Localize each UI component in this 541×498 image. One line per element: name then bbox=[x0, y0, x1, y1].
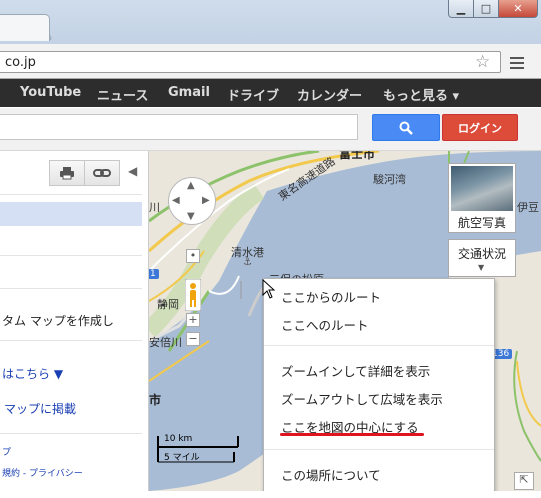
divider bbox=[0, 288, 142, 289]
close-button[interactable]: ✕ bbox=[498, 0, 538, 18]
map-label-fuji: 富士市 bbox=[339, 151, 376, 161]
pan-down-icon[interactable]: ▼ bbox=[187, 211, 195, 222]
traffic-label: 交通状況 bbox=[457, 247, 506, 261]
traffic-button[interactable]: 交通状況 ▼ bbox=[448, 239, 516, 277]
route-1-shield: 1 bbox=[149, 269, 159, 279]
here-link[interactable]: はこちら ▼ bbox=[2, 365, 63, 382]
address-url: co.jp bbox=[5, 55, 36, 70]
bookmark-star-icon[interactable]: ☆ bbox=[475, 52, 490, 72]
expand-map-icon[interactable]: ⇱ bbox=[514, 472, 534, 490]
context-menu: ここからのルート ここへのルート ズームインして詳細を表示 ズームアウトして広域… bbox=[263, 278, 495, 494]
highlight-underline bbox=[280, 433, 424, 436]
chevron-down-icon: ▼ bbox=[478, 263, 485, 272]
zoom-out-button[interactable]: − bbox=[186, 332, 200, 346]
divider bbox=[0, 255, 142, 256]
browser-tab[interactable] bbox=[0, 14, 50, 41]
collapse-panel-icon[interactable]: ◀ bbox=[128, 164, 137, 178]
link-button[interactable] bbox=[84, 160, 120, 186]
pan-right-icon[interactable]: ▶ bbox=[202, 195, 210, 206]
map-label-suruga-bay: 駿河湾 bbox=[373, 173, 406, 186]
menu-item-route-to[interactable]: ここへのルート bbox=[281, 315, 369, 334]
pan-control[interactable]: ▲ ▼ ◀ ▶ bbox=[168, 177, 216, 225]
zoom-center-button[interactable]: • bbox=[186, 249, 200, 263]
gbar-news[interactable]: ニュース bbox=[97, 85, 148, 104]
map-label-abekawa: 安倍川 bbox=[149, 336, 182, 349]
browser-menu-icon[interactable] bbox=[510, 55, 524, 69]
map-label-izu: 伊豆 bbox=[517, 201, 539, 214]
pan-left-icon[interactable]: ◀ bbox=[172, 195, 180, 206]
address-bar[interactable]: co.jp ☆ bbox=[0, 51, 501, 73]
link-icon bbox=[93, 169, 111, 177]
aerial-label: 航空写真 bbox=[457, 216, 506, 230]
print-button[interactable] bbox=[49, 160, 85, 186]
menu-item-about-place[interactable]: この場所について bbox=[281, 465, 381, 484]
publish-map-link[interactable]: マップに掲載 bbox=[4, 400, 76, 417]
gbar-more[interactable]: もっと見る ▾ bbox=[383, 85, 459, 104]
aerial-thumbnail bbox=[451, 166, 513, 211]
menu-item-zoom-in[interactable]: ズームインして詳細を表示 bbox=[281, 361, 430, 380]
divider bbox=[0, 194, 142, 195]
gbar-gmail[interactable]: Gmail bbox=[168, 85, 210, 100]
scale-km: 10 km bbox=[164, 434, 193, 444]
menu-divider bbox=[264, 449, 494, 450]
footer-link-1[interactable]: プ bbox=[2, 445, 11, 458]
selected-list-item[interactable] bbox=[0, 202, 142, 226]
search-icon bbox=[399, 121, 413, 135]
footer-terms-privacy[interactable]: 規約 - プライバシー bbox=[2, 466, 83, 479]
printer-icon bbox=[60, 167, 74, 180]
scale-mile: 5 マイル bbox=[164, 453, 200, 463]
map-scale: 10 km 5 マイル bbox=[156, 434, 240, 464]
menu-divider bbox=[264, 345, 494, 346]
maximize-button[interactable]: □ bbox=[473, 0, 499, 18]
menu-item-route-from[interactable]: ここからのルート bbox=[281, 287, 381, 306]
map-label-left-edge-1: 川 bbox=[149, 201, 160, 214]
login-button[interactable]: ログイン bbox=[442, 114, 518, 141]
create-map-text: タム マップを作成し bbox=[2, 314, 114, 328]
mouse-cursor-icon bbox=[262, 279, 276, 299]
minimize-button[interactable]: ▁ bbox=[448, 0, 474, 18]
street-view-pegman-icon[interactable] bbox=[184, 278, 202, 312]
port-anchor-icon: ⚓ bbox=[243, 257, 252, 268]
menu-item-zoom-out[interactable]: ズームアウトして広域を表示 bbox=[281, 389, 443, 408]
gbar-calendar[interactable]: カレンダー bbox=[297, 85, 362, 104]
aerial-view-button[interactable]: 航空写真 bbox=[448, 163, 516, 233]
window-bottom-edge bbox=[0, 491, 541, 498]
gbar-drive[interactable]: ドライブ bbox=[227, 85, 279, 104]
map-label-yaizu-dot: • bbox=[160, 299, 167, 312]
gbar-youtube[interactable]: YouTube bbox=[20, 85, 81, 100]
divider bbox=[0, 340, 142, 341]
pan-up-icon[interactable]: ▲ bbox=[187, 180, 195, 191]
search-button[interactable] bbox=[372, 114, 440, 141]
divider bbox=[0, 433, 142, 434]
zoom-in-button[interactable]: + bbox=[186, 313, 200, 327]
map-label-city: 市 bbox=[149, 393, 162, 407]
search-input[interactable] bbox=[0, 114, 358, 140]
